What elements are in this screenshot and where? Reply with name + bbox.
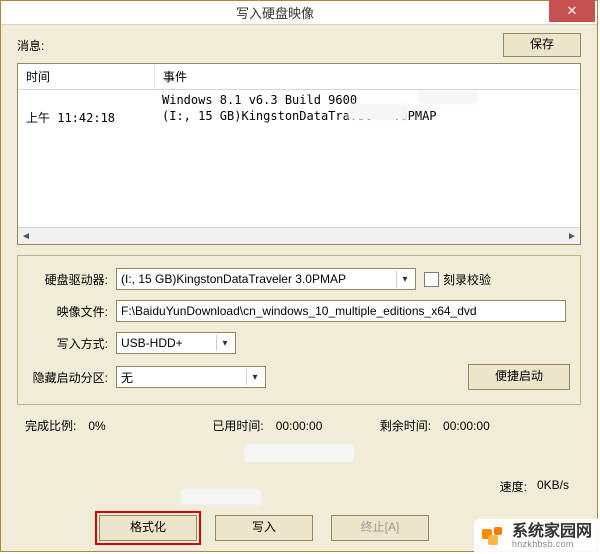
horizontal-scrollbar[interactable]: ◄ ► (18, 227, 580, 244)
col-header-time[interactable]: 时间 (18, 64, 155, 89)
hide-boot-row: 隐藏启动分区: 无 ▾ 便捷启动 (28, 364, 570, 390)
drive-label: 硬盘驱动器: (28, 271, 116, 288)
hide-boot-label: 隐藏启动分区: (28, 369, 116, 386)
done-ratio-value: 0% (88, 419, 138, 433)
log-time (18, 92, 154, 108)
image-value: F:\BaiduYunDownload\cn_windows_10_multip… (121, 304, 477, 318)
title-bar: 写入硬盘映像 ✕ (1, 1, 597, 25)
messages-row: 消息: 保存 (17, 33, 581, 57)
write-mode-row: 写入方式: USB-HDD+ ▾ (28, 332, 570, 354)
elapsed-value: 00:00:00 (276, 419, 326, 433)
speed-label: 速度: (500, 478, 527, 495)
messages-label: 消息: (17, 37, 44, 54)
remain-label: 剩余时间: (380, 417, 431, 434)
log-header: 时间 事件 (18, 64, 580, 90)
speed-row: 速度: 0KB/s (11, 478, 569, 495)
scroll-left-icon[interactable]: ◄ (18, 229, 34, 243)
hide-boot-select[interactable]: 无 ▾ (116, 366, 266, 388)
close-button[interactable]: ✕ (549, 0, 595, 22)
progress-row: 完成比例: 0% 已用时间: 00:00:00 剩余时间: 00:00:00 (25, 417, 573, 434)
drive-row: 硬盘驱动器: (I:, 15 GB)KingstonDataTraveler 3… (28, 268, 570, 290)
write-mode-label: 写入方式: (28, 335, 116, 352)
image-label: 映像文件: (28, 303, 116, 320)
verify-checkbox[interactable]: 刻录校验 (424, 271, 491, 288)
col-header-event[interactable]: 事件 (155, 64, 580, 89)
write-button[interactable]: 写入 (215, 515, 313, 541)
log-body: Windows 8.1 v6.3 Build 9600 上午 11:42:18 … (18, 90, 580, 227)
chevron-down-icon: ▾ (396, 271, 413, 287)
chevron-down-icon: ▾ (216, 335, 233, 351)
done-ratio-label: 完成比例: (25, 417, 76, 434)
save-button[interactable]: 保存 (503, 33, 581, 57)
settings-group: 硬盘驱动器: (I:, 15 GB)KingstonDataTraveler 3… (17, 255, 581, 405)
elapsed-label: 已用时间: (212, 417, 263, 434)
drive-value: (I:, 15 GB)KingstonDataTraveler 3.0PMAP (121, 272, 346, 286)
format-button[interactable]: 格式化 (99, 515, 197, 541)
log-row[interactable]: 上午 11:42:18 (I:, 15 GB)KingstonDataTrave… (18, 108, 580, 127)
image-row: 映像文件: F:\BaiduYunDownload\cn_windows_10_… (28, 300, 570, 322)
log-listview: 时间 事件 Windows 8.1 v6.3 Build 9600 上午 11:… (17, 63, 581, 245)
watermark-url: hnzkhbsb.com (512, 540, 592, 550)
write-mode-select[interactable]: USB-HDD+ ▾ (116, 332, 236, 354)
scroll-right-icon[interactable]: ► (564, 229, 580, 243)
dialog-window: 写入硬盘映像 ✕ 消息: 保存 时间 事件 Windows 8.1 v6.3 B… (0, 0, 598, 552)
watermark-name: 系统家园网 (512, 523, 592, 541)
write-mode-value: USB-HDD+ (121, 336, 183, 350)
chevron-down-icon: ▾ (246, 369, 263, 385)
checkbox-box-icon (424, 272, 439, 287)
scroll-track[interactable] (34, 229, 564, 243)
close-icon: ✕ (567, 3, 578, 19)
watermark-logo-icon (480, 523, 506, 549)
quick-boot-button[interactable]: 便捷启动 (468, 364, 570, 390)
log-time: 上午 11:42:18 (18, 108, 154, 127)
window-title: 写入硬盘映像 (1, 3, 549, 22)
dialog-body: 消息: 保存 时间 事件 Windows 8.1 v6.3 Build 9600… (1, 25, 597, 551)
verify-label: 刻录校验 (443, 271, 491, 288)
image-file-field[interactable]: F:\BaiduYunDownload\cn_windows_10_multip… (116, 300, 566, 322)
abort-button: 终止[A] (331, 515, 429, 541)
drive-select[interactable]: (I:, 15 GB)KingstonDataTraveler 3.0PMAP … (116, 268, 416, 290)
watermark: 系统家园网 hnzkhbsb.com (474, 519, 600, 554)
speed-value: 0KB/s (537, 478, 569, 495)
hide-boot-value: 无 (121, 369, 133, 386)
log-row[interactable]: Windows 8.1 v6.3 Build 9600 (18, 92, 580, 108)
remain-value: 00:00:00 (443, 419, 493, 433)
